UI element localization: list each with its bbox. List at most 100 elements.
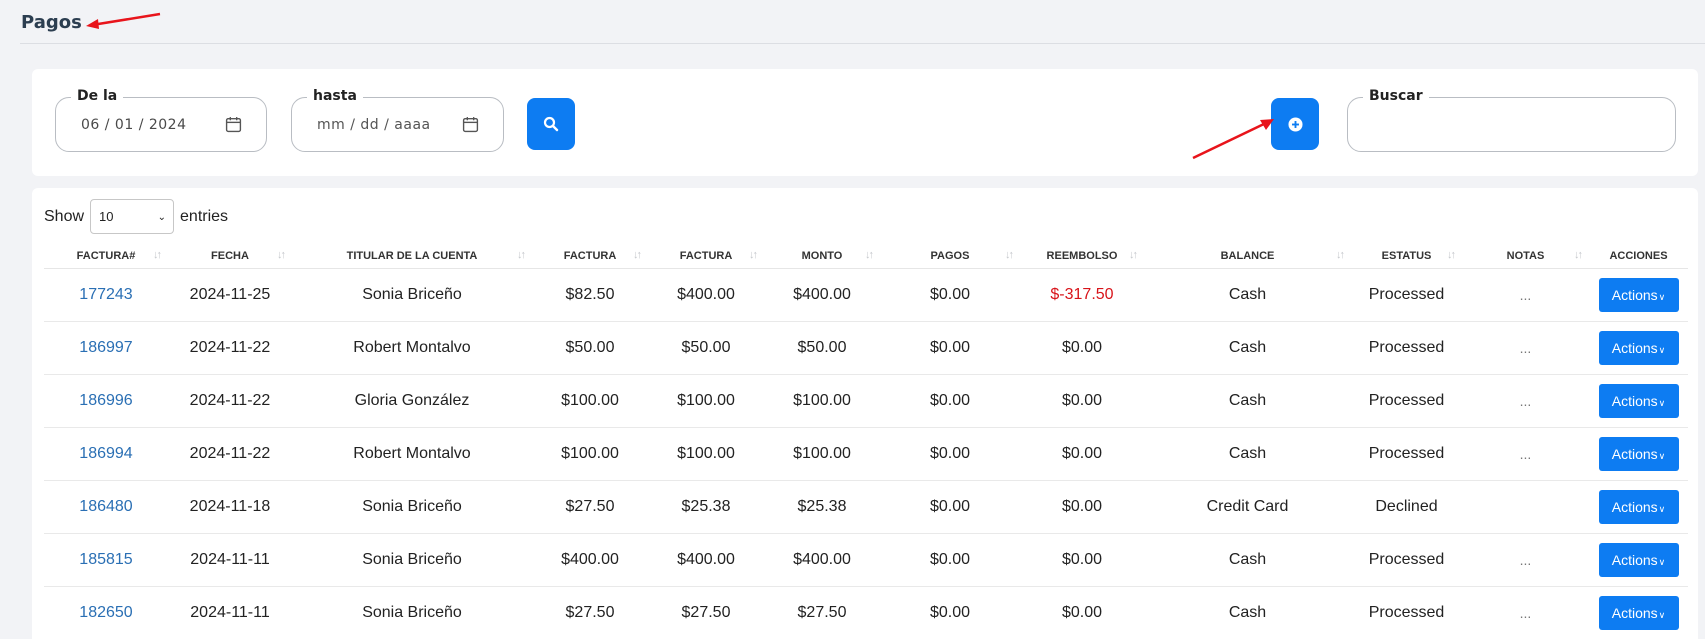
- actions-button[interactable]: Actions∨: [1598, 489, 1679, 524]
- chevron-down-icon: ∨: [1658, 397, 1666, 408]
- reembolso-cell: $-317.50: [1020, 268, 1144, 322]
- invoice-link[interactable]: 182650: [44, 586, 168, 639]
- actions-button[interactable]: Actions∨: [1598, 277, 1679, 312]
- notes-cell[interactable]: ...: [1462, 586, 1589, 639]
- table-body: 177243 2024-11-25 Sonia Briceño $82.50 $400.…: [44, 268, 1688, 639]
- col-header-estatus[interactable]: ESTATUS ↓↑: [1351, 244, 1462, 269]
- actions-button-label: Actions: [1611, 498, 1658, 515]
- notes-cell[interactable]: ...: [1462, 427, 1589, 481]
- invoice-link[interactable]: 185815: [44, 533, 168, 587]
- date-from-label: De la: [71, 88, 124, 104]
- notes-cell[interactable]: ...: [1462, 321, 1589, 375]
- search-button[interactable]: [527, 98, 575, 150]
- date-cell: 2024-11-25: [168, 268, 292, 322]
- factura-amount-cell: $27.50: [532, 586, 648, 639]
- factura-total-cell: $25.38: [648, 480, 764, 534]
- invoice-link[interactable]: 186480: [44, 480, 168, 534]
- notes-cell[interactable]: ...: [1462, 374, 1589, 428]
- notes-cell[interactable]: [1462, 480, 1589, 534]
- invoice-link[interactable]: 177243: [44, 268, 168, 322]
- col-header-factura-2[interactable]: FACTURA ↓↑: [648, 244, 764, 269]
- entries-label: entries: [180, 207, 229, 225]
- search-label: Buscar: [1363, 88, 1429, 104]
- col-header-fecha[interactable]: FECHA ↓↑: [168, 244, 292, 269]
- date-to-placeholder: mm / dd / aaaa: [317, 117, 431, 133]
- notes-cell[interactable]: ...: [1462, 533, 1589, 587]
- monto-cell: $400.00: [764, 533, 880, 587]
- monto-cell: $50.00: [764, 321, 880, 375]
- account-holder-cell: Sonia Briceño: [292, 586, 532, 639]
- factura-amount-cell: $27.50: [532, 480, 648, 534]
- date-cell: 2024-11-18: [168, 480, 292, 534]
- col-header-pagos[interactable]: PAGOS ↓↑: [880, 244, 1020, 269]
- invoice-link[interactable]: 186996: [44, 374, 168, 428]
- page-header: Pagos: [0, 0, 1705, 46]
- col-header-factura-1[interactable]: FACTURA ↓↑: [532, 244, 648, 269]
- factura-amount-cell: $100.00: [532, 374, 648, 428]
- col-header-balance[interactable]: BALANCE ↓↑: [1144, 244, 1351, 269]
- actions-cell: Actions∨: [1589, 374, 1688, 428]
- account-holder-cell: Sonia Briceño: [292, 480, 532, 534]
- account-holder-cell: Sonia Briceño: [292, 268, 532, 322]
- status-cell: Processed: [1351, 268, 1462, 322]
- sort-icon: ↓↑: [749, 249, 758, 261]
- sort-icon: ↓↑: [633, 249, 642, 261]
- search-field[interactable]: Buscar: [1347, 88, 1676, 152]
- status-cell: Processed: [1351, 586, 1462, 639]
- actions-button[interactable]: Actions∨: [1598, 330, 1679, 365]
- col-header-notas[interactable]: NOTAS ↓↑: [1462, 244, 1589, 269]
- chevron-down-icon: ∨: [1658, 556, 1666, 567]
- notes-cell[interactable]: ...: [1462, 268, 1589, 322]
- entries-select[interactable]: 10 ⌄: [90, 199, 175, 234]
- reembolso-cell: $0.00: [1020, 321, 1144, 375]
- col-header-reembolso[interactable]: REEMBOLSO ↓↑: [1020, 244, 1144, 269]
- calendar-icon[interactable]: [225, 116, 242, 133]
- col-header-acciones: ACCIONES: [1589, 244, 1688, 269]
- actions-button[interactable]: Actions∨: [1598, 595, 1679, 630]
- actions-cell: Actions∨: [1589, 586, 1688, 639]
- actions-button[interactable]: Actions∨: [1598, 542, 1679, 577]
- invoice-link[interactable]: 186997: [44, 321, 168, 375]
- add-circle-icon: [1287, 116, 1303, 132]
- date-to-field[interactable]: hasta mm / dd / aaaa: [291, 88, 504, 152]
- payments-table: FACTURA# ↓↑ FECHA ↓↑ TITULAR DE LA CUENTA ↓…: [44, 244, 1688, 639]
- chevron-down-icon: ∨: [1658, 503, 1666, 514]
- invoice-link[interactable]: 186994: [44, 427, 168, 481]
- actions-cell: Actions∨: [1589, 533, 1688, 587]
- chevron-down-icon: ⌄: [157, 212, 167, 223]
- date-cell: 2024-11-11: [168, 586, 292, 639]
- factura-amount-cell: $400.00: [532, 533, 648, 587]
- table-row: 186480 2024-11-18 Sonia Briceño $27.50 $25.3…: [44, 480, 1688, 534]
- factura-amount-cell: $82.50: [532, 268, 648, 322]
- actions-button[interactable]: Actions∨: [1598, 436, 1679, 471]
- actions-button-label: Actions: [1611, 445, 1658, 462]
- actions-button[interactable]: Actions∨: [1598, 383, 1679, 418]
- entries-select-value: 10: [99, 209, 114, 224]
- sort-icon: ↓↑: [1336, 249, 1345, 261]
- header-divider: [20, 43, 1705, 44]
- col-header-monto[interactable]: MONTO ↓↑: [764, 244, 880, 269]
- balance-cell: Cash: [1144, 427, 1351, 481]
- sort-icon: ↓↑: [1447, 249, 1456, 261]
- status-cell: Declined: [1351, 480, 1462, 534]
- account-holder-cell: Gloria González: [292, 374, 532, 428]
- actions-cell: Actions∨: [1589, 321, 1688, 375]
- factura-total-cell: $400.00: [648, 268, 764, 322]
- date-cell: 2024-11-11: [168, 533, 292, 587]
- factura-amount-cell: $50.00: [532, 321, 648, 375]
- show-label: Show: [44, 207, 85, 225]
- balance-cell: Cash: [1144, 374, 1351, 428]
- pagos-cell: $0.00: [880, 427, 1020, 481]
- date-from-field[interactable]: De la 06 / 01 / 2024: [55, 88, 267, 152]
- chevron-down-icon: ∨: [1658, 450, 1666, 461]
- col-header-titular[interactable]: TITULAR DE LA CUENTA ↓↑: [292, 244, 532, 269]
- pagos-cell: $0.00: [880, 321, 1020, 375]
- pagos-cell: $0.00: [880, 586, 1020, 639]
- table-row: 186997 2024-11-22 Robert Montalvo $50.00 $50…: [44, 321, 1688, 375]
- pagos-cell: $0.00: [880, 268, 1020, 322]
- calendar-icon[interactable]: [462, 116, 479, 133]
- date-cell: 2024-11-22: [168, 321, 292, 375]
- factura-total-cell: $100.00: [648, 374, 764, 428]
- reembolso-cell: $0.00: [1020, 427, 1144, 481]
- col-header-factura-num[interactable]: FACTURA# ↓↑: [44, 244, 168, 269]
